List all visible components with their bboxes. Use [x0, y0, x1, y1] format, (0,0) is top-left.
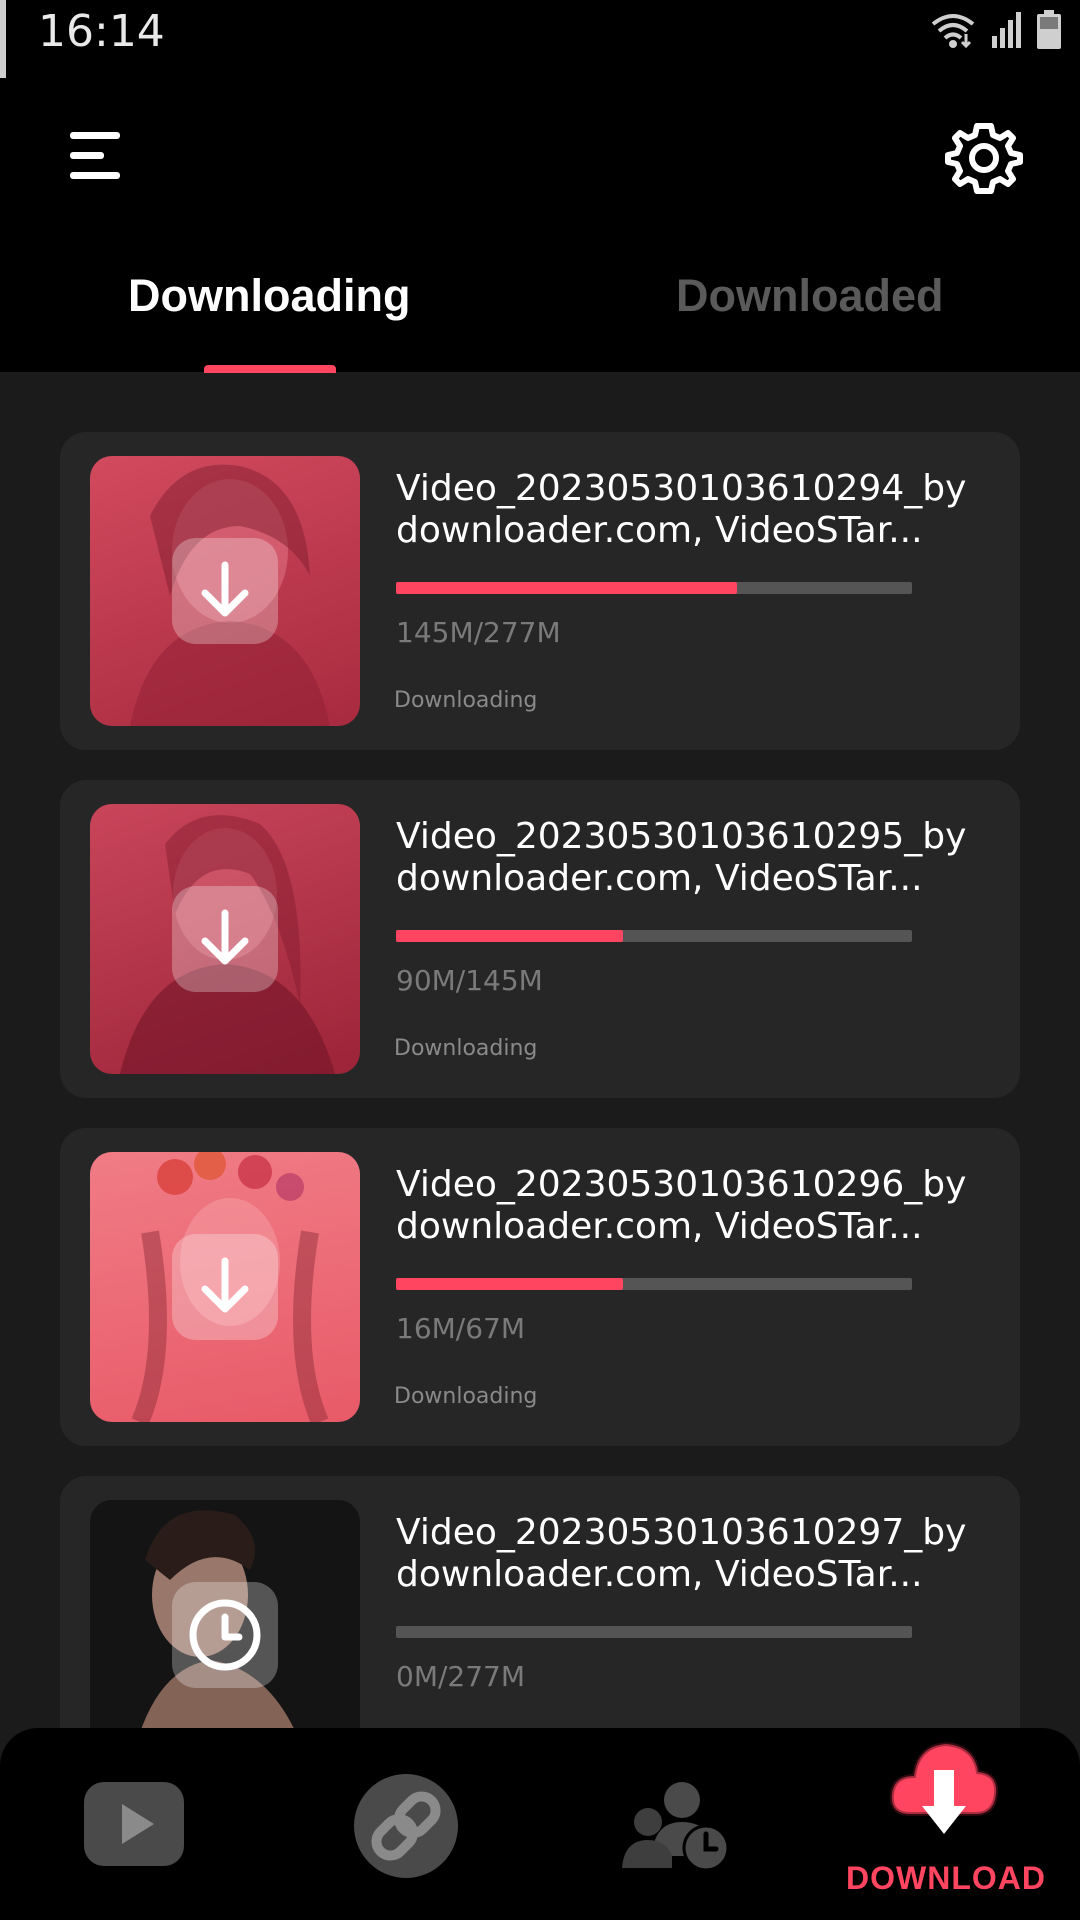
queued-overlay-button[interactable]: [172, 1582, 278, 1688]
download-status: Downloading: [394, 1036, 538, 1061]
video-title: Video_20230530103610296_by downloader.co…: [396, 1164, 967, 1247]
video-title: Video_20230530103610297_by downloader.co…: [396, 1512, 967, 1595]
download-status: Downloading: [394, 688, 538, 713]
menu-icon: [70, 132, 120, 179]
tab-downloaded[interactable]: Downloaded: [676, 270, 944, 322]
gear-icon: [945, 123, 1023, 194]
download-item[interactable]: Video_20230530103610295_by downloader.co…: [60, 780, 1020, 1098]
video-thumbnail: [90, 1152, 360, 1422]
download-list: Video_20230530103610294_by downloader.co…: [60, 432, 1020, 1824]
download-arrow-icon: [201, 909, 249, 965]
file-size: 0M/277M: [396, 1660, 526, 1693]
signal-icon: [992, 12, 1021, 48]
file-size: 90M/145M: [396, 964, 543, 997]
clock-icon: [189, 1599, 261, 1671]
nav-download-label[interactable]: DOWNLOAD: [846, 1860, 1046, 1897]
progress-bar: [396, 1626, 912, 1638]
users-clock-icon: [622, 1782, 730, 1872]
active-tab-indicator: [204, 365, 336, 373]
nav-download[interactable]: [888, 1736, 1000, 1849]
menu-button[interactable]: [64, 124, 128, 188]
battery-icon: [1037, 10, 1061, 49]
download-item[interactable]: Video_20230530103610296_by downloader.co…: [60, 1128, 1020, 1446]
download-arrow-icon: [201, 561, 249, 617]
file-size: 16M/67M: [396, 1312, 526, 1345]
download-overlay-button[interactable]: [172, 538, 278, 644]
tab-downloading[interactable]: Downloading: [128, 270, 410, 322]
progress-bar: [396, 582, 912, 594]
nav-history[interactable]: [620, 1778, 732, 1879]
video-title: Video_20230530103610295_by downloader.co…: [396, 816, 967, 899]
link-icon: [354, 1774, 458, 1878]
wifi-icon: [931, 14, 975, 49]
download-overlay-button[interactable]: [172, 1234, 278, 1340]
video-thumbnail: [90, 456, 360, 726]
play-icon: [84, 1782, 184, 1866]
file-size: 145M/277M: [396, 616, 561, 649]
progress-fill: [396, 930, 624, 942]
video-thumbnail: [90, 804, 360, 1074]
nav-link[interactable]: [352, 1772, 460, 1885]
progress-fill: [396, 1278, 624, 1290]
download-overlay-button[interactable]: [172, 886, 278, 992]
video-title: Video_20230530103610294_by downloader.co…: [396, 468, 967, 551]
download-status: Downloading: [394, 1384, 538, 1409]
download-item[interactable]: Video_20230530103610294_by downloader.co…: [60, 432, 1020, 750]
nav-videos[interactable]: [82, 1780, 186, 1873]
cloud-download-icon: [889, 1741, 999, 1834]
progress-fill: [396, 582, 737, 594]
status-bar-edge: [0, 0, 6, 78]
download-arrow-icon: [201, 1257, 249, 1313]
progress-bar: [396, 1278, 912, 1290]
status-time: 16:14: [38, 6, 165, 57]
progress-bar: [396, 930, 912, 942]
top-bar: 16:14 Downloading Downloaded: [0, 0, 1080, 373]
status-icons: [928, 10, 1062, 50]
settings-button[interactable]: [944, 118, 1024, 198]
